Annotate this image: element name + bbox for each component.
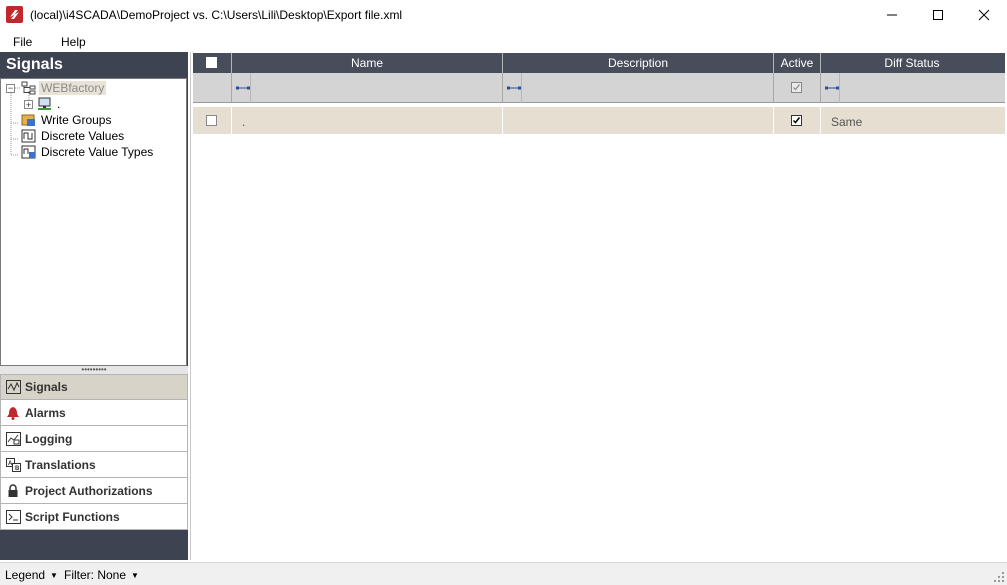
row-select-cell [193, 107, 232, 134]
tree-node-child[interactable]: + . [24, 96, 60, 112]
expand-icon[interactable]: + [24, 99, 33, 109]
filter-cell-diff-status[interactable] [821, 73, 1003, 103]
column-header-diff-status[interactable]: Diff Status [821, 53, 1003, 73]
tree-item-discrete-values[interactable]: Discrete Values [21, 128, 124, 144]
filter-operator-icon[interactable] [235, 80, 251, 96]
nav-label: Translations [25, 457, 96, 472]
select-all-checkbox[interactable] [206, 57, 217, 68]
translations-icon: AB [5, 457, 21, 473]
filter-row [193, 73, 1005, 103]
nav-item-script-functions[interactable]: Script Functions [0, 504, 188, 530]
column-header-description[interactable]: Description [503, 53, 774, 73]
row-select-checkbox[interactable] [206, 115, 217, 126]
filter-cell-name[interactable] [232, 73, 503, 103]
nav-item-alarms[interactable]: Alarms [0, 400, 188, 426]
tree-child-label: . [57, 97, 61, 111]
filter-operator-icon[interactable] [824, 80, 840, 96]
nav-label: Project Authorizations [25, 483, 153, 498]
logging-icon [5, 431, 21, 447]
svg-text:B: B [15, 466, 20, 472]
computer-icon [38, 97, 51, 110]
cell-name[interactable]: . [232, 107, 503, 134]
filter-cell-select [193, 73, 232, 102]
nav-label: Script Functions [25, 509, 120, 524]
nav-item-logging[interactable]: Logging [0, 426, 188, 452]
i4scada-logo-icon [6, 6, 23, 23]
menu-help[interactable]: Help [61, 35, 86, 49]
alarm-bell-icon [5, 405, 21, 421]
nav-label: Alarms [25, 405, 66, 420]
title-bar: (local)\i4SCADA\DemoProject vs. C:\Users… [0, 0, 1007, 30]
navigation-pane: Signals Alarms Logging AB Translations P… [0, 374, 188, 530]
cell-active[interactable] [774, 107, 821, 134]
dropdown-caret-icon: ▼ [50, 570, 58, 580]
svg-text:A: A [8, 461, 13, 467]
collapse-icon[interactable]: − [6, 83, 15, 93]
menu-bar: File Help [0, 30, 1007, 52]
tree-node-root[interactable]: − WEBfactory [6, 80, 107, 96]
nav-label: Logging [25, 431, 73, 446]
tree-item-label: Discrete Values [41, 129, 125, 143]
tree-item-discrete-value-types[interactable]: Discrete Value Types [21, 144, 153, 160]
filter-dropdown[interactable]: Filter: None ▼ [64, 568, 139, 582]
script-icon [5, 509, 21, 525]
cell-description[interactable] [503, 107, 774, 134]
minimize-icon [887, 14, 897, 16]
nav-item-translations[interactable]: AB Translations [0, 452, 188, 478]
maximize-icon [933, 10, 943, 20]
maximize-button[interactable] [915, 0, 961, 30]
dropdown-caret-icon: ▼ [131, 570, 139, 580]
filter-operator-icon[interactable] [506, 80, 522, 96]
discrete-value-types-icon [21, 145, 36, 159]
grid-header: Name Description Active Diff Status [193, 53, 1005, 73]
legend-dropdown[interactable]: Legend ▼ [5, 568, 58, 582]
checkmark-icon [792, 117, 801, 124]
lock-icon [5, 483, 21, 499]
nav-label: Signals [25, 380, 68, 394]
tree-root-label: WEBfactory [39, 81, 107, 95]
column-header-active[interactable]: Active [774, 53, 821, 73]
diff-grid: Name Description Active Diff Status . Sa… [193, 53, 1005, 135]
filter-cell-active[interactable] [774, 73, 821, 102]
active-checkbox[interactable] [791, 115, 802, 126]
diff-grid-area: Name Description Active Diff Status . Sa… [190, 52, 1007, 560]
resize-grip-icon[interactable] [994, 572, 1004, 582]
signal-wave-icon [5, 379, 21, 395]
signals-tree[interactable]: − WEBfactory + . Write Groups Discrete V… [0, 78, 187, 366]
window-title: (local)\i4SCADA\DemoProject vs. C:\Users… [30, 8, 403, 22]
nav-item-project-authorizations[interactable]: Project Authorizations [0, 478, 188, 504]
panel-title: Signals [0, 52, 188, 78]
close-icon [978, 9, 990, 21]
cell-diff-status[interactable]: Same [821, 107, 1003, 134]
menu-file[interactable]: File [13, 35, 32, 49]
tree-item-write-groups[interactable]: Write Groups [21, 112, 111, 128]
table-row[interactable]: . Same [193, 107, 1005, 135]
status-bar: Legend ▼ Filter: None ▼ [0, 562, 1007, 585]
filter-cell-description[interactable] [503, 73, 774, 103]
filter-active-checkbox[interactable] [791, 82, 802, 93]
tree-item-label: Discrete Value Types [41, 145, 154, 159]
close-button[interactable] [961, 0, 1007, 30]
hierarchy-icon [21, 81, 36, 95]
left-panel: Signals − WEBfactory + . Write Groups Di… [0, 52, 188, 560]
discrete-values-icon [21, 129, 36, 143]
panel-splitter-grip[interactable]: ••••••••• [0, 366, 188, 374]
checkmark-icon [793, 84, 800, 91]
write-groups-icon [21, 114, 35, 126]
column-header-name[interactable]: Name [232, 53, 503, 73]
nav-item-signals[interactable]: Signals [0, 374, 188, 400]
select-all-column [193, 53, 232, 73]
minimize-button[interactable] [869, 0, 915, 30]
tree-item-label: Write Groups [41, 113, 112, 127]
